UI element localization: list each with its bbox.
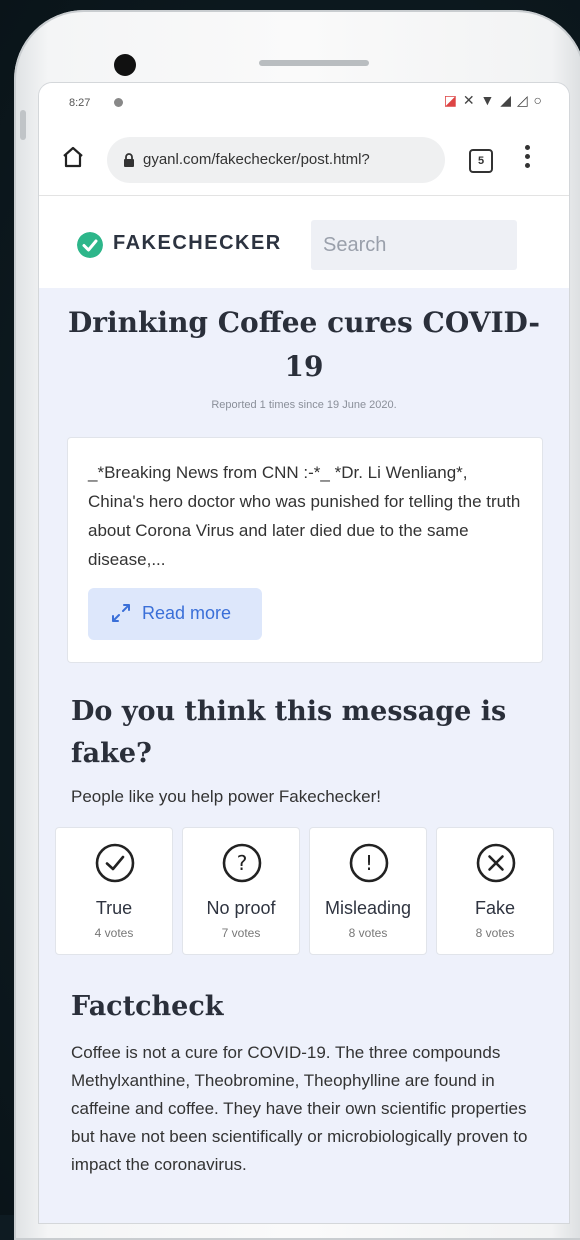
svg-text:!: !: [365, 851, 373, 875]
notification-dot-icon: [114, 98, 123, 107]
vote-label: Misleading: [324, 898, 412, 918]
mute-icon: ✕: [462, 92, 476, 108]
vote-count: 8 votes: [475, 926, 515, 940]
vote-option-no-proof[interactable]: ? No proof 7 votes: [182, 827, 300, 955]
question-circle-icon: ?: [222, 843, 262, 883]
front-camera: [114, 54, 136, 76]
signal-2-icon: ◿: [516, 92, 529, 108]
vote-label: No proof: [206, 898, 276, 918]
phone-screen: 8:27 ◪ ✕ ▼ ◢ ◿ ○ gyanl.com/fakechecker/p…: [38, 82, 570, 1224]
vote-count: 7 votes: [221, 926, 261, 940]
earpiece-speaker: [259, 60, 369, 66]
home-icon[interactable]: [61, 145, 85, 169]
vote-option-misleading[interactable]: ! Misleading 8 votes: [309, 827, 427, 955]
status-bar: 8:27 ◪ ✕ ▼ ◢ ◿ ○: [39, 83, 569, 125]
lock-icon: [124, 153, 134, 167]
site-logo[interactable]: FAKECHECKER: [113, 232, 282, 255]
exclamation-circle-icon: !: [349, 843, 389, 883]
vote-label: Fake: [474, 898, 516, 918]
vote-count: 8 votes: [348, 926, 388, 940]
factcheck-body: Coffee is not a cure for COVID-19. The t…: [71, 1043, 528, 1174]
poll-question: Do you think this message is fake?: [71, 696, 507, 769]
read-more-label: Read more: [142, 603, 232, 623]
x-circle-icon: [476, 843, 516, 883]
status-time: 8:27: [69, 97, 91, 109]
factcheck-heading: Factcheck: [71, 991, 224, 1022]
url-text[interactable]: gyanl.com/fakechecker/post.html?: [143, 151, 370, 168]
poll-subtitle: People like you help power Fakechecker!: [71, 787, 381, 806]
report-info: Reported 1 times since 19 June 2020.: [211, 399, 397, 411]
status-icons: ◪ ✕ ▼ ◢ ◿ ○: [444, 92, 543, 109]
signal-icon: ◢: [500, 92, 512, 108]
article-title: Drinking Coffee cures COVID-19: [68, 306, 540, 383]
svg-text:?: ?: [237, 851, 248, 875]
vote-option-fake[interactable]: Fake 8 votes: [436, 827, 554, 955]
side-button: [20, 110, 26, 140]
read-more-button[interactable]: Read more: [88, 588, 262, 640]
search-input[interactable]: [311, 220, 517, 270]
browser-toolbar: gyanl.com/fakechecker/post.html? 5: [39, 125, 569, 196]
vote-label: True: [95, 898, 133, 918]
expand-icon: [112, 604, 130, 622]
site-header: FAKECHECKER: [39, 196, 569, 288]
vote-count: 4 votes: [94, 926, 134, 940]
vote-options: True 4 votes ? No proof 7 votes ! Mislea…: [55, 827, 555, 955]
tab-switcher-button[interactable]: 5: [469, 149, 493, 173]
message-card: _*Breaking News from CNN :-*_ *Dr. Li We…: [67, 437, 543, 663]
message-preview: _*Breaking News from CNN :-*_ *Dr. Li We…: [88, 463, 521, 569]
check-circle-icon: [95, 843, 135, 883]
battery-saver-icon: ◪: [443, 92, 458, 108]
vote-option-true[interactable]: True 4 votes: [55, 827, 173, 955]
overflow-menu-icon[interactable]: [525, 145, 531, 171]
wifi-icon: ▼: [480, 92, 496, 108]
battery-icon: ○: [533, 92, 543, 108]
logo-check-icon: [77, 232, 103, 258]
